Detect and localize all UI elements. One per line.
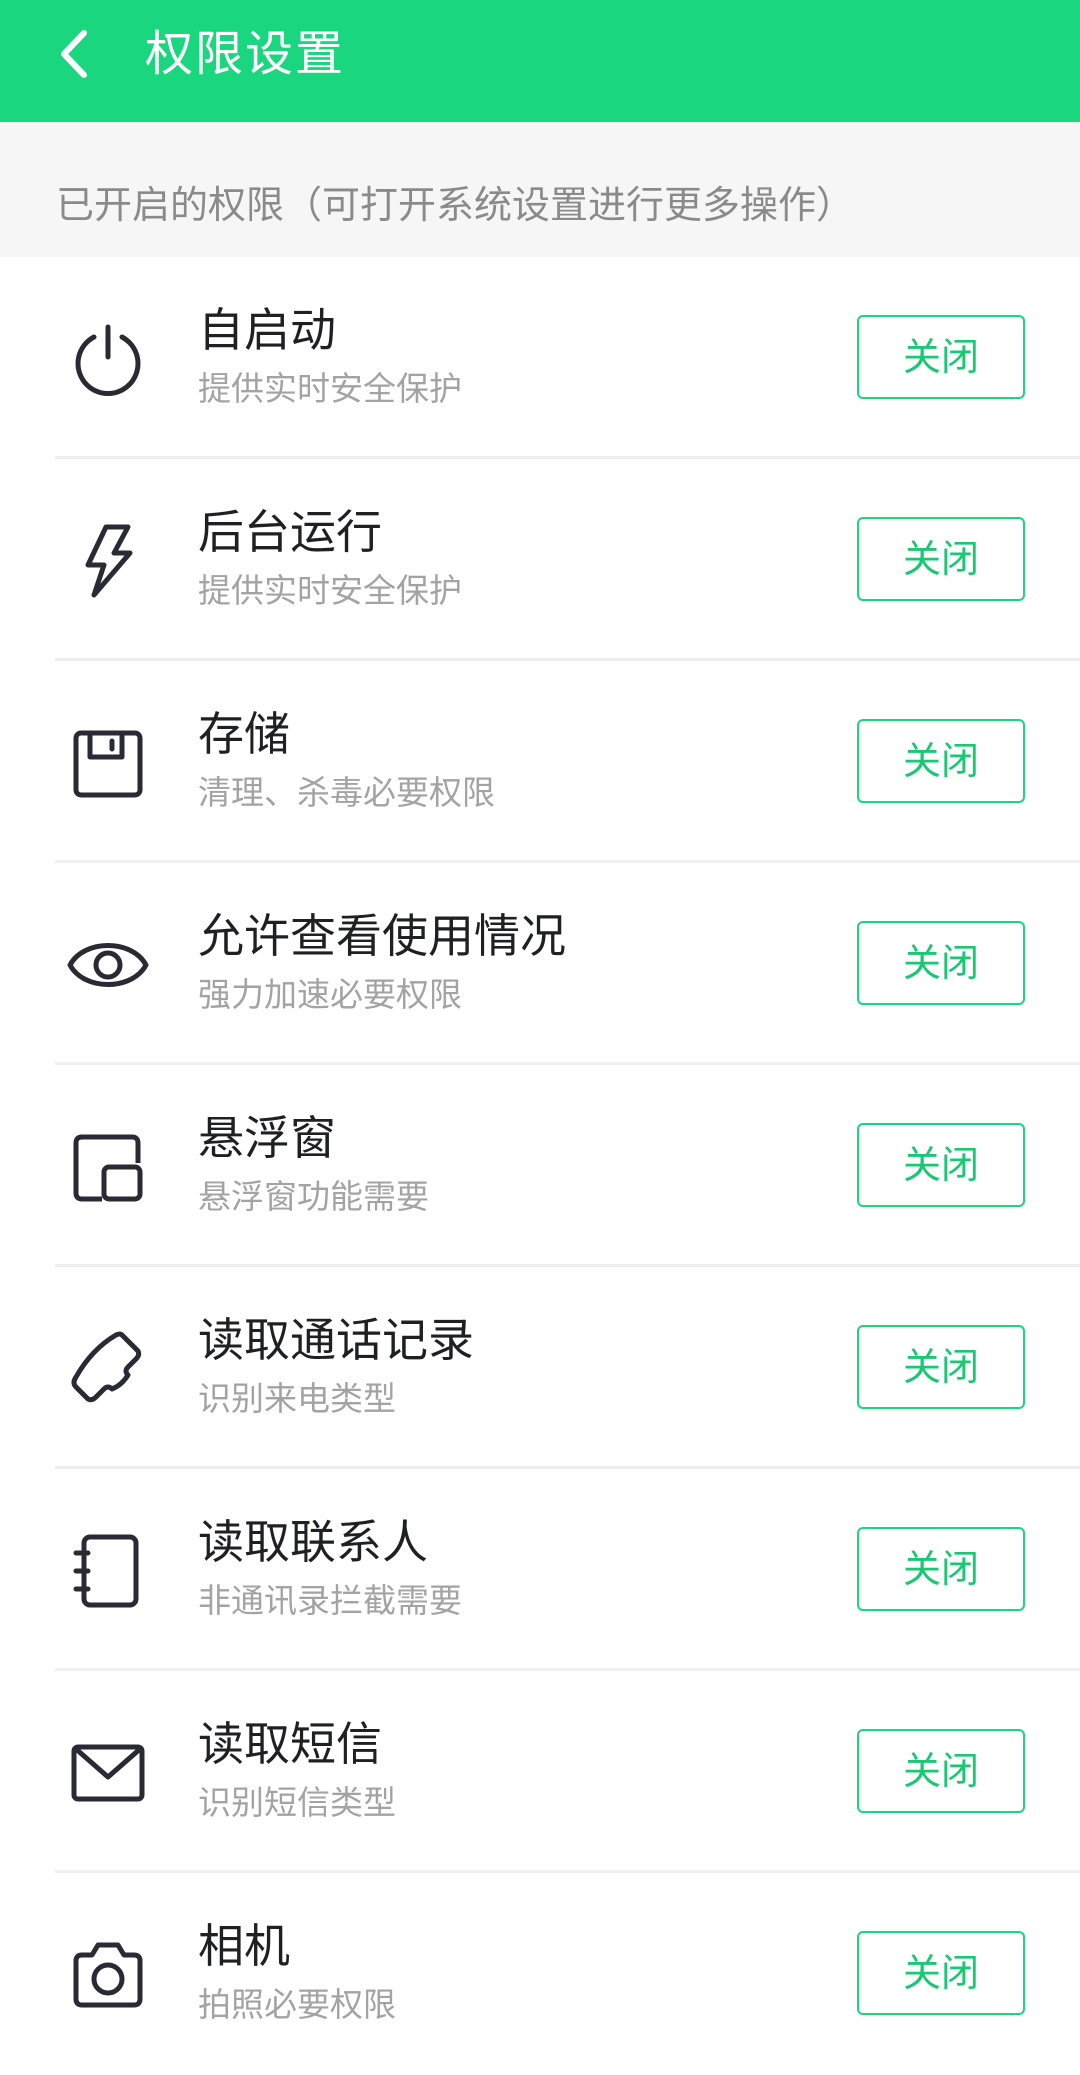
close-permission-button[interactable]: 关闭 <box>857 517 1025 601</box>
permission-title: 自启动 <box>198 303 336 357</box>
permission-title: 读取联系人 <box>198 1515 428 1569</box>
close-permission-button[interactable]: 关闭 <box>857 1527 1025 1611</box>
permission-title: 相机 <box>198 1919 290 1973</box>
permission-subtitle: 非通讯录拦截需要 <box>198 1581 462 1620</box>
permission-subtitle: 识别来电类型 <box>198 1379 396 1418</box>
section-title: 已开启的权限（可打开系统设置进行更多操作） <box>56 183 855 227</box>
close-permission-button[interactable]: 关闭 <box>857 1123 1025 1207</box>
permission-title: 悬浮窗 <box>198 1111 336 1165</box>
close-permission-button[interactable]: 关闭 <box>857 719 1025 803</box>
close-permission-button[interactable]: 关闭 <box>857 315 1025 399</box>
chevron-left-icon <box>61 30 87 78</box>
phone-icon <box>62 1323 154 1415</box>
permission-subtitle: 悬浮窗功能需要 <box>198 1177 429 1216</box>
permission-subtitle: 提供实时安全保护 <box>198 369 462 408</box>
permission-title: 存储 <box>198 707 290 761</box>
permission-row-sms: 读取短信 识别短信类型 关闭 <box>0 1671 1080 1873</box>
permission-subtitle: 清理、杀毒必要权限 <box>198 773 495 812</box>
eye-icon <box>62 919 154 1011</box>
permission-row-call-log: 读取通话记录 识别来电类型 关闭 <box>0 1267 1080 1469</box>
permission-title: 后台运行 <box>198 505 382 559</box>
back-button[interactable] <box>42 22 106 86</box>
permission-row-autostart: 自启动 提供实时安全保护 关闭 <box>0 257 1080 459</box>
close-permission-button[interactable]: 关闭 <box>857 921 1025 1005</box>
permission-row-storage: 存储 清理、杀毒必要权限 关闭 <box>0 661 1080 863</box>
permission-row-usage-access: 允许查看使用情况 强力加速必要权限 关闭 <box>0 863 1080 1065</box>
close-permission-button[interactable]: 关闭 <box>857 1729 1025 1813</box>
app-header: 权限设置 <box>0 0 1080 122</box>
close-permission-button[interactable]: 关闭 <box>857 1931 1025 2015</box>
floppy-disk-icon <box>62 717 154 809</box>
permission-title: 允许查看使用情况 <box>198 909 566 963</box>
permission-list: 自启动 提供实时安全保护 关闭 后台运行 提供实时安全保护 关闭 存储 清理、杀… <box>0 257 1080 2075</box>
permission-title: 读取通话记录 <box>198 1313 474 1367</box>
close-permission-button[interactable]: 关闭 <box>857 1325 1025 1409</box>
permission-subtitle: 强力加速必要权限 <box>198 975 462 1014</box>
permission-subtitle: 拍照必要权限 <box>198 1985 396 2024</box>
lightning-icon <box>62 515 154 607</box>
power-icon <box>62 313 154 405</box>
permission-row-contacts: 读取联系人 非通讯录拦截需要 关闭 <box>0 1469 1080 1671</box>
page-title: 权限设置 <box>145 26 346 82</box>
permission-subtitle: 提供实时安全保护 <box>198 571 462 610</box>
envelope-icon <box>62 1727 154 1819</box>
camera-icon <box>62 1929 154 2021</box>
permission-title: 读取短信 <box>198 1717 382 1771</box>
permission-row-floating-window: 悬浮窗 悬浮窗功能需要 关闭 <box>0 1065 1080 1267</box>
permission-row-camera: 相机 拍照必要权限 关闭 <box>0 1873 1080 2075</box>
floating-window-icon <box>62 1121 154 1213</box>
section-header: 已开启的权限（可打开系统设置进行更多操作） <box>0 122 1080 257</box>
permission-subtitle: 识别短信类型 <box>198 1783 396 1822</box>
contacts-book-icon <box>62 1525 154 1617</box>
permission-row-background: 后台运行 提供实时安全保护 关闭 <box>0 459 1080 661</box>
